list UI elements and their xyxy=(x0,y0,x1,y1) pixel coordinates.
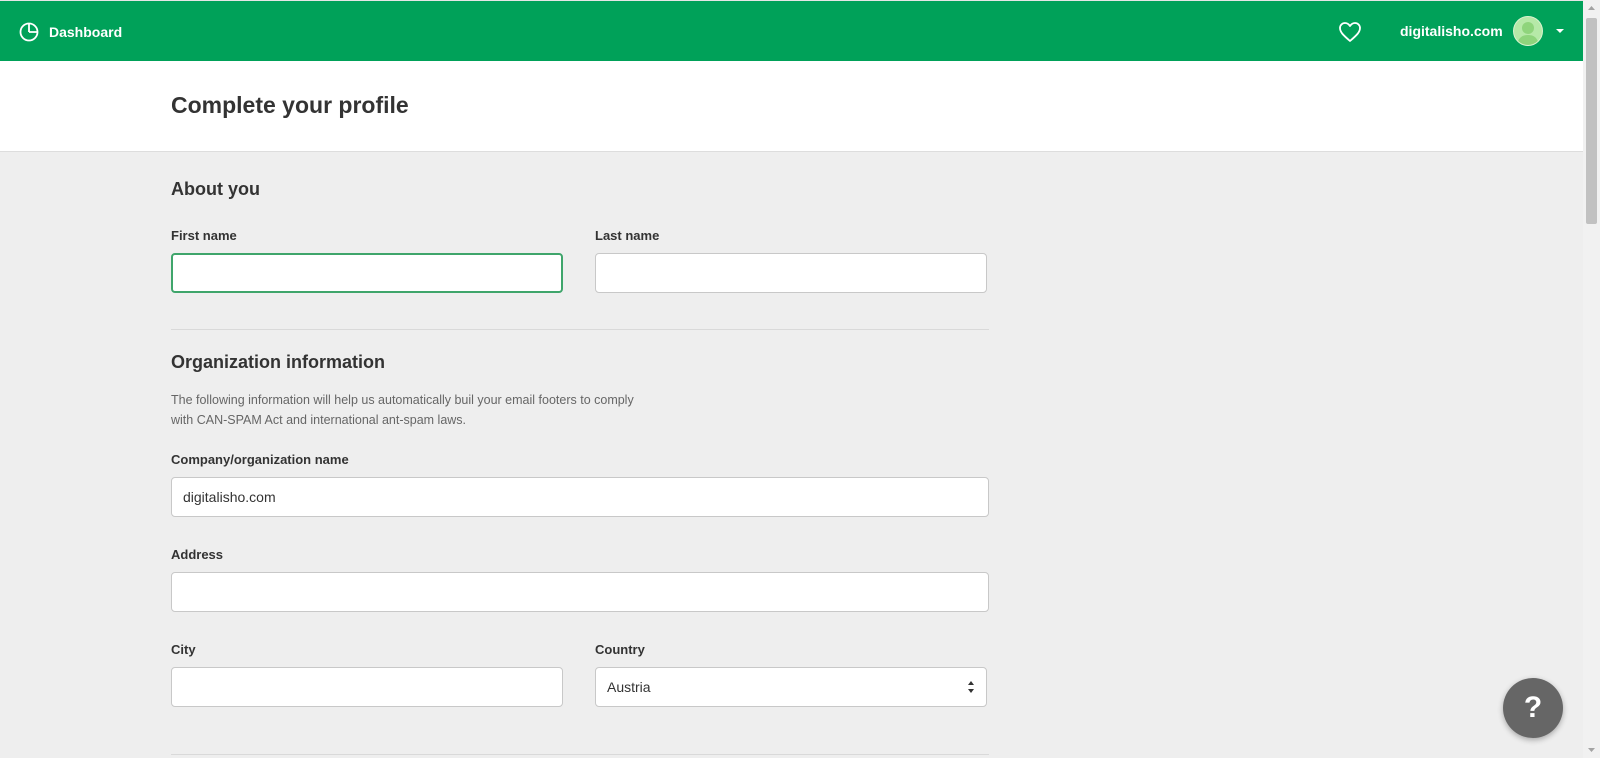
dashboard-label: Dashboard xyxy=(49,24,123,40)
top-navigation-bar: Dashboard digitalisho.com xyxy=(0,0,1583,61)
organization-description-line-2: with CAN-SPAM Act and international ant-… xyxy=(171,413,467,427)
country-selected-value: Austria xyxy=(607,679,651,695)
caret-down-icon xyxy=(1555,29,1564,33)
city-label: City xyxy=(171,642,196,657)
first-name-label: First name xyxy=(171,228,237,243)
organization-heading: Organization information xyxy=(171,352,385,372)
page-scrollbar[interactable] xyxy=(1583,0,1600,758)
scroll-down-icon[interactable] xyxy=(1587,747,1596,753)
country-select[interactable]: Austria xyxy=(595,667,987,707)
profile-form: About you First name Last name Organizat… xyxy=(171,152,989,755)
section-divider xyxy=(171,329,989,330)
avatar xyxy=(1512,16,1543,46)
page-title: Complete your profile xyxy=(171,92,409,118)
account-menu[interactable]: digitalisho.com xyxy=(1400,16,1565,46)
scrollbar-thumb[interactable] xyxy=(1586,18,1597,224)
page-header: Complete your profile xyxy=(0,61,1583,152)
last-name-input[interactable] xyxy=(595,253,987,293)
organization-description: The following information will help us a… xyxy=(171,390,634,430)
first-name-input[interactable] xyxy=(171,253,563,293)
heart-icon[interactable] xyxy=(1338,21,1362,43)
city-input[interactable] xyxy=(171,667,563,707)
about-you-heading: About you xyxy=(171,179,260,199)
company-input[interactable] xyxy=(171,477,989,517)
help-button[interactable]: ? xyxy=(1503,678,1563,738)
last-name-label: Last name xyxy=(595,228,660,243)
address-label: Address xyxy=(171,547,224,562)
country-label: Country xyxy=(595,642,645,657)
pie-chart-icon xyxy=(19,22,39,42)
account-name: digitalisho.com xyxy=(1400,23,1503,39)
user-silhouette-icon xyxy=(1516,22,1539,45)
company-label: Company/organization name xyxy=(171,452,349,467)
select-arrows-icon xyxy=(968,681,974,693)
scroll-up-icon[interactable] xyxy=(1587,5,1596,11)
section-divider-bottom xyxy=(171,754,989,755)
dashboard-link[interactable]: Dashboard xyxy=(19,20,122,44)
organization-description-line-1: The following information will help us a… xyxy=(171,393,634,407)
address-input[interactable] xyxy=(171,572,989,612)
